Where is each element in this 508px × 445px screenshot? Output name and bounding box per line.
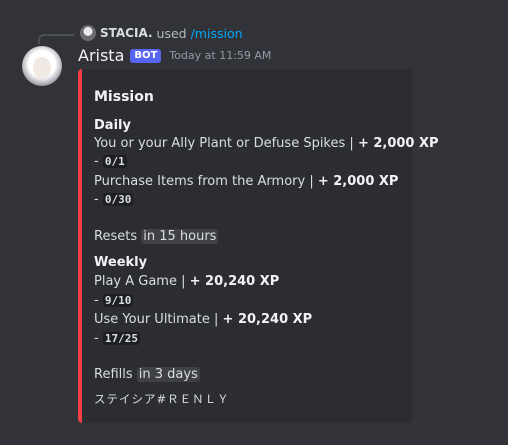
progress-value: 0/1 [102,155,127,168]
daily-heading: Daily [94,118,131,133]
progress-dash: - [94,192,99,207]
embed-footer: ステイシア#ＲＥＮＬＹ [94,392,230,406]
reply-command[interactable]: /mission [191,26,243,41]
weekly-task-2: Use Your Ultimate | + 20,240 XP [94,312,312,328]
embed-title: Mission [94,89,154,105]
task-name: Play A Game | [94,274,186,289]
weekly-heading: Weekly [94,255,148,270]
weekly-task-1-progress: - 9/10 [94,293,134,309]
weekly-refill: Refills in 3 days [94,367,200,383]
author-name[interactable]: Arista [78,46,124,65]
reply-action: used [156,25,187,41]
reset-timestamp[interactable]: in 15 hours [141,229,219,244]
daily-task-2-progress: - 0/30 [94,192,134,208]
reset-label: Resets [94,229,138,244]
refill-label: Refills [94,367,133,382]
progress-value: 0/30 [102,193,134,206]
progress-value: 17/25 [102,332,140,345]
reply-avatar[interactable] [80,25,96,41]
daily-task-1: You or your Ally Plant or Defuse Spikes … [94,136,439,152]
task-name: Purchase Items from the Armory | [94,174,314,189]
progress-dash: - [94,154,99,169]
progress-dash: - [94,331,99,346]
avatar[interactable] [22,46,62,86]
reply-reference[interactable]: STACIA. used /mission [80,24,243,42]
daily-task-2: Purchase Items from the Armory | + 2,000… [94,174,398,190]
task-xp: + 20,240 XP [222,312,313,327]
reply-connector [38,34,74,44]
task-xp: + 20,240 XP [189,274,280,289]
weekly-task-1: Play A Game | + 20,240 XP [94,274,279,290]
task-xp: + 2,000 XP [357,136,439,151]
message-header: Arista BOT Today at 11:59 AM [78,46,271,65]
weekly-task-2-progress: - 17/25 [94,331,140,347]
daily-reset: Resets in 15 hours [94,229,219,245]
embed-card: Mission Daily You or your Ally Plant or … [78,69,439,423]
message-timestamp[interactable]: Today at 11:59 AM [169,49,271,62]
task-xp: + 2,000 XP [317,174,399,189]
reply-username[interactable]: STACIA. [100,26,153,40]
task-name: Use Your Ultimate | [94,312,219,327]
bot-badge: BOT [130,48,162,63]
task-name: You or your Ally Plant or Defuse Spikes … [94,136,354,151]
refill-timestamp[interactable]: in 3 days [136,367,200,382]
daily-task-1-progress: - 0/1 [94,154,127,170]
progress-dash: - [94,293,99,308]
progress-value: 9/10 [102,294,134,307]
